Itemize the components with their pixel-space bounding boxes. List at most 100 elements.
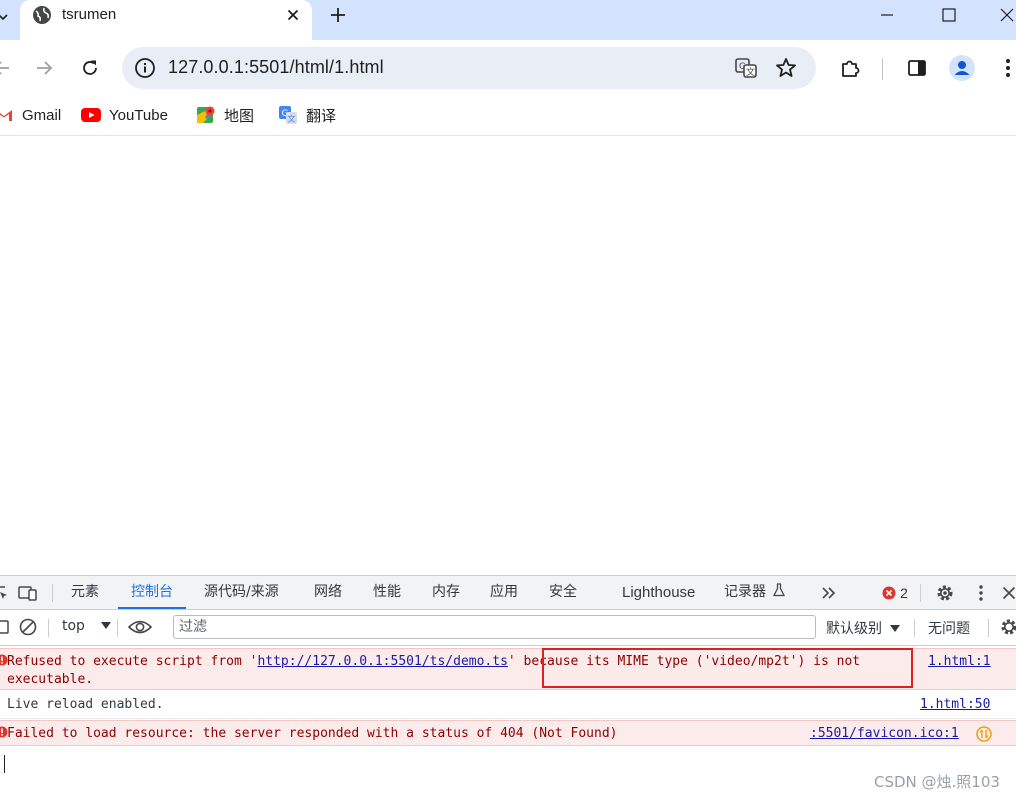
error-counter-button[interactable]: 2 <box>878 583 912 603</box>
tab-network[interactable]: 网络 <box>314 576 342 609</box>
tab-elements[interactable]: 元素 <box>71 576 99 609</box>
network-request-icon[interactable] <box>976 726 992 742</box>
console-message-info: Live reload enabled. 1.html:50 <box>0 692 1016 719</box>
inspect-icon <box>0 586 7 599</box>
tab-lighthouse[interactable]: Lighthouse <box>622 576 695 609</box>
devtools-menu-button[interactable] <box>970 583 992 603</box>
toolbar-separator <box>882 58 883 80</box>
reload-button[interactable] <box>76 54 104 82</box>
message-script-link[interactable]: http://127.0.0.1:5501/ts/demo.ts <box>257 654 507 669</box>
caret-down-icon <box>101 622 112 629</box>
close-window-button[interactable] <box>984 2 1016 28</box>
filter-bar-divider <box>48 619 49 637</box>
minimize-icon <box>881 14 893 16</box>
message-source-link[interactable]: 1.html:1 <box>928 654 991 669</box>
arrow-right-icon <box>37 61 53 75</box>
log-level-value: 默认级别 <box>826 621 882 637</box>
reload-icon <box>83 60 97 75</box>
watermark-text: CSDN @烛.照103 <box>874 773 1000 791</box>
bookmarks-bar: Gmail YouTube 地图 G文 翻译 <box>0 96 1016 136</box>
maximize-window-button[interactable] <box>926 2 972 28</box>
message-text-before: Refused to execute script from ' <box>7 654 258 669</box>
tab-close-button[interactable] <box>282 4 304 26</box>
console-settings-button[interactable] <box>998 617 1016 637</box>
filter-bar-divider <box>117 619 118 637</box>
new-tab-button[interactable] <box>326 4 350 26</box>
message-source-link[interactable]: :5501/favicon.ico:1 <box>810 726 959 741</box>
chevron-down-icon <box>0 14 8 21</box>
tab-console[interactable]: 控制台 <box>118 576 186 609</box>
close-icon <box>287 9 299 21</box>
translate-icon: G文 <box>278 105 298 125</box>
tab-application[interactable]: 应用 <box>490 576 518 609</box>
back-button[interactable] <box>0 54 16 82</box>
sidebar-toggle-button[interactable] <box>0 617 12 637</box>
block-icon <box>19 618 37 636</box>
forward-button[interactable] <box>30 54 58 82</box>
tab-bar-divider <box>920 584 921 602</box>
browser-tab-active[interactable]: tsrumen <box>20 0 312 40</box>
devtools-settings-button[interactable] <box>934 583 956 603</box>
avatar-icon <box>949 55 975 81</box>
devtools-close-button[interactable] <box>998 583 1016 603</box>
side-panel-icon <box>908 60 926 76</box>
sidebar-icon <box>0 620 9 634</box>
extensions-button[interactable] <box>836 54 864 82</box>
devtools-tab-bar: 元素 控制台 源代码/来源 网络 性能 内存 应用 安全 Lighthouse … <box>0 576 1016 610</box>
device-toolbar-button[interactable] <box>17 583 39 603</box>
tab-security[interactable]: 安全 <box>549 576 577 609</box>
context-value: top <box>62 618 85 634</box>
console-prompt-caret[interactable] <box>4 755 5 773</box>
bookmark-youtube[interactable]: YouTube <box>81 104 168 126</box>
browser-menu-button[interactable] <box>994 54 1016 82</box>
tab-sources[interactable]: 源代码/来源 <box>204 576 279 609</box>
device-mode-icon <box>18 586 37 601</box>
more-tabs-button[interactable] <box>818 583 840 603</box>
gear-icon <box>1001 619 1016 635</box>
message-source-link[interactable]: 1.html:50 <box>920 697 990 712</box>
bookmark-translate[interactable]: G文 翻译 <box>278 104 336 126</box>
arrow-left-icon <box>0 61 9 75</box>
tab-recorder-label: 记录器 <box>724 584 766 600</box>
address-url[interactable]: 127.0.0.1:5501/html/1.html <box>168 57 384 78</box>
filter-bar-divider <box>914 619 915 637</box>
clear-console-button[interactable] <box>17 617 39 637</box>
tab-performance[interactable]: 性能 <box>373 576 401 609</box>
filter-placeholder: 过滤 <box>179 619 207 635</box>
tab-recorder[interactable]: 记录器 <box>724 576 786 609</box>
issues-counter-button[interactable]: 无问题 <box>928 618 970 638</box>
log-level-select[interactable]: 默认级别 <box>826 618 901 638</box>
tab-bar-divider <box>52 584 53 602</box>
error-count: 2 <box>900 585 908 601</box>
execution-context-select[interactable]: top <box>62 618 112 634</box>
eye-icon <box>128 620 152 634</box>
info-icon[interactable] <box>134 57 156 79</box>
svg-text:文: 文 <box>746 66 755 78</box>
more-vertical-icon <box>979 585 983 601</box>
highlight-annotation-box <box>542 648 913 688</box>
bookmark-label: YouTube <box>109 106 168 124</box>
bookmark-star-icon[interactable] <box>774 56 798 80</box>
caret-down-icon <box>890 625 901 632</box>
translate-page-icon[interactable]: G 文 <box>734 56 758 80</box>
inspect-element-button[interactable] <box>0 583 12 603</box>
tab-search-dropdown[interactable] <box>0 8 12 26</box>
close-icon <box>1002 586 1016 600</box>
profile-button[interactable] <box>948 54 976 82</box>
tab-memory[interactable]: 内存 <box>432 576 460 609</box>
minimize-window-button[interactable] <box>864 2 910 28</box>
live-expression-button[interactable] <box>128 617 152 637</box>
page-content <box>0 140 1016 574</box>
console-message-text: Failed to load resource: the server resp… <box>7 726 618 741</box>
address-bar[interactable]: 127.0.0.1:5501/html/1.html G 文 <box>122 47 816 89</box>
bookmark-label: 翻译 <box>306 107 337 125</box>
browser-toolbar: 127.0.0.1:5501/html/1.html G 文 <box>0 40 1016 96</box>
gmail-icon <box>0 105 14 125</box>
bookmark-maps[interactable]: 地图 <box>196 104 254 126</box>
console-filter-input[interactable]: 过滤 <box>173 615 816 639</box>
side-panel-button[interactable] <box>903 54 931 82</box>
bookmark-gmail[interactable]: Gmail <box>0 104 61 126</box>
filter-bar-divider <box>988 619 989 637</box>
maps-icon <box>196 105 216 125</box>
issues-label: 无问题 <box>928 621 970 637</box>
